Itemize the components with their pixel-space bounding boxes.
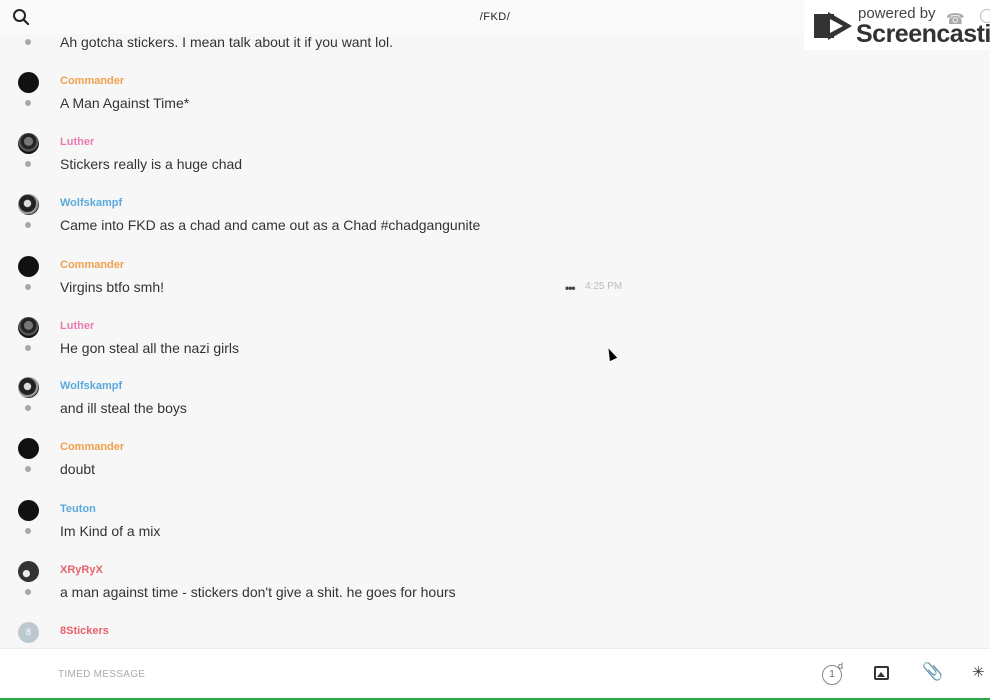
message-author[interactable]: Teuton xyxy=(60,503,96,515)
message-author[interactable]: 8Stickers xyxy=(60,625,109,637)
message-more-icon[interactable]: ••• xyxy=(565,281,576,295)
message-text: A Man Against Time* xyxy=(60,95,190,111)
paperclip-icon[interactable]: 📎 xyxy=(922,662,943,682)
status-dot xyxy=(25,405,31,411)
sparkle-icon[interactable]: ✳ xyxy=(972,663,985,681)
message-author[interactable]: Luther xyxy=(60,320,94,332)
avatar[interactable] xyxy=(18,317,39,338)
message-author[interactable]: XRyRyX xyxy=(60,564,103,576)
message-text: He gon steal all the nazi girls xyxy=(60,340,239,356)
status-dot xyxy=(25,161,31,167)
message-text: Virgins btfo smh! xyxy=(60,279,165,295)
message-author[interactable]: Luther xyxy=(60,136,94,148)
message-text: Came into FKD as a chad and came out as … xyxy=(60,217,481,233)
avatar[interactable] xyxy=(18,561,39,582)
image-icon[interactable] xyxy=(874,666,889,680)
avatar[interactable] xyxy=(18,133,39,154)
status-dot xyxy=(25,39,31,45)
status-dot xyxy=(25,589,31,595)
message-text: Ah gotcha stickers. I mean talk about it… xyxy=(60,34,394,50)
status-dot xyxy=(25,100,31,106)
message-text: a man against time - stickers don't give… xyxy=(60,584,456,600)
message-author[interactable]: Commander xyxy=(60,75,124,87)
message-text: and ill steal the boys xyxy=(60,400,187,416)
avatar[interactable]: 8 xyxy=(18,622,39,643)
status-dot xyxy=(25,528,31,534)
avatar[interactable] xyxy=(18,500,39,521)
message-timestamp: 4:25 PM xyxy=(585,281,623,292)
status-dot xyxy=(25,345,31,351)
avatar[interactable] xyxy=(18,256,39,277)
status-dot xyxy=(25,284,31,290)
timer-unit-label: d xyxy=(838,661,844,671)
message-author[interactable]: Wolfskampf xyxy=(60,380,122,392)
timed-message-input[interactable] xyxy=(58,661,758,687)
message-list[interactable]: Ah gotcha stickers. I mean talk about it… xyxy=(0,34,990,648)
info-icon[interactable] xyxy=(980,9,990,23)
avatar[interactable] xyxy=(18,72,39,93)
message-text: doubt xyxy=(60,461,96,477)
message-author[interactable]: Commander xyxy=(60,441,124,453)
phone-icon[interactable]: ☎ xyxy=(946,10,965,28)
message-text: Im Kind of a mix xyxy=(60,523,161,539)
message-composer: 1 d 📎 ✳ xyxy=(0,648,990,698)
avatar[interactable] xyxy=(18,194,39,215)
status-dot xyxy=(25,466,31,472)
message-text: Stickers really is a huge chad xyxy=(60,156,243,172)
message-author[interactable]: Wolfskampf xyxy=(60,197,122,209)
avatar[interactable] xyxy=(18,438,39,459)
message-author[interactable]: Commander xyxy=(60,259,124,271)
avatar[interactable] xyxy=(18,377,39,398)
status-dot xyxy=(25,222,31,228)
